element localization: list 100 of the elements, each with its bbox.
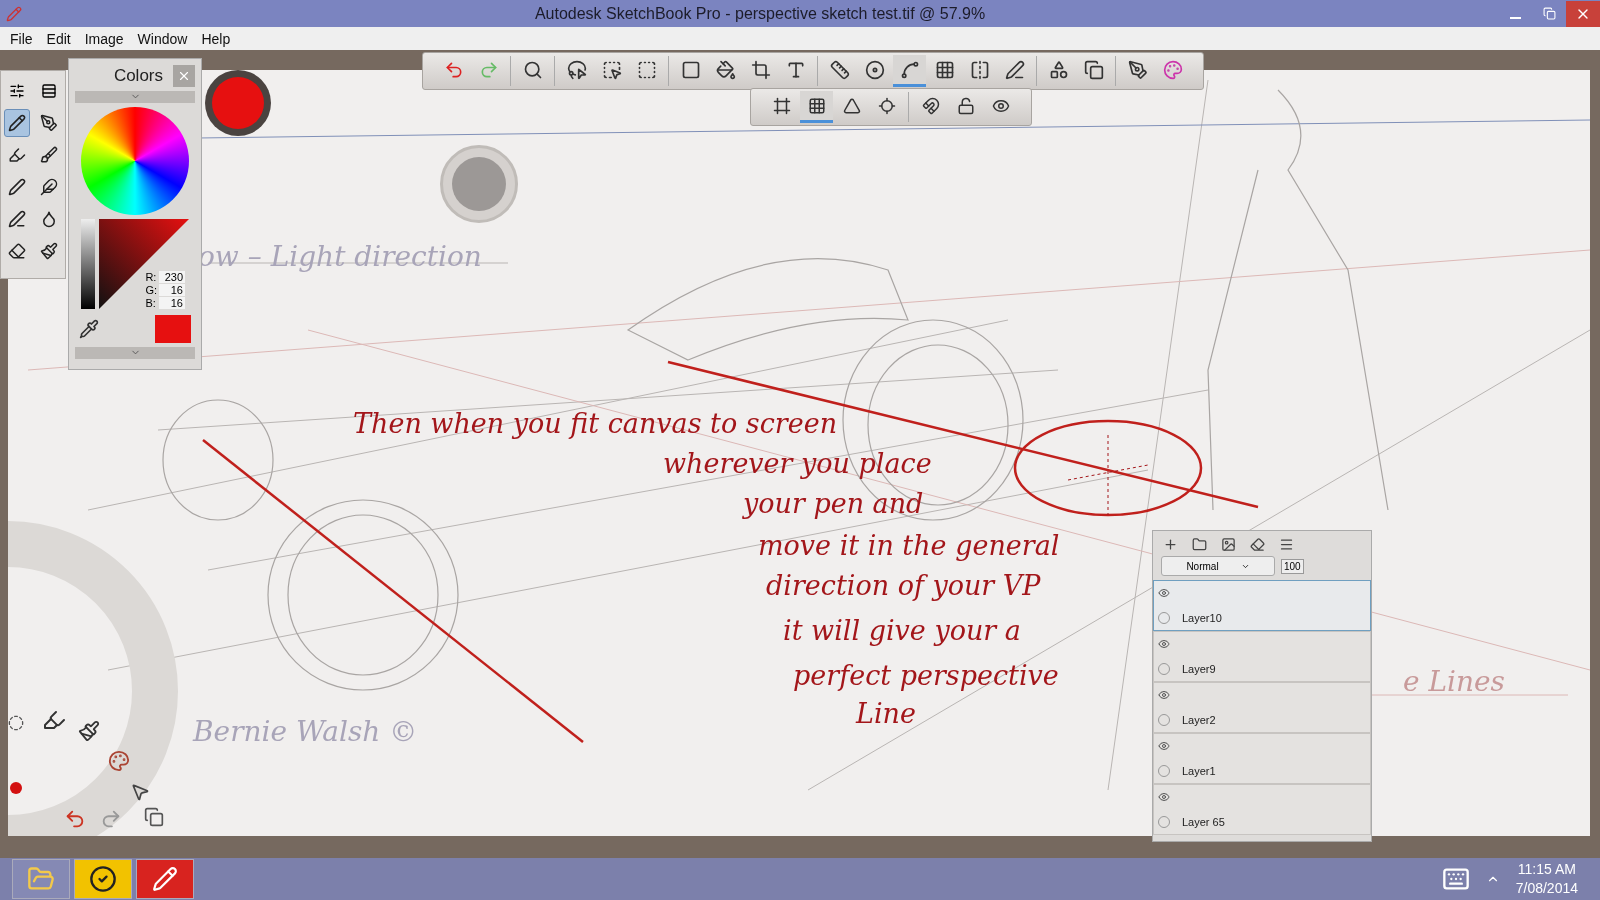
target-icon: [877, 96, 896, 115]
brush-icon[interactable]: [78, 720, 100, 742]
b-label: B:: [145, 297, 157, 309]
window-title: Autodesk SketchBook Pro - perspective sketch test.tif @ 57.9%: [533, 4, 987, 23]
layers-icon[interactable]: [144, 807, 164, 827]
color-swatch: [155, 315, 191, 343]
menu-item[interactable]: Image: [78, 30, 130, 47]
magnet-icon: [921, 96, 940, 115]
brush-icon: [40, 146, 58, 164]
color-wheel-icon[interactable]: [108, 750, 130, 772]
pointer-icon[interactable]: [130, 782, 150, 802]
clock[interactable]: 11:15 AM 7/08/2014: [1515, 860, 1578, 898]
menu-item[interactable]: Edit: [40, 30, 77, 47]
r-label: R:: [145, 271, 157, 283]
grid-icon: [807, 96, 826, 115]
search-icon: [522, 59, 543, 80]
handwritten-note: move it in the general: [758, 530, 1060, 561]
date: 7/08/2014: [1515, 879, 1578, 898]
shapes-icon: [1048, 59, 1069, 80]
layer-row[interactable]: Layer2: [1153, 682, 1371, 733]
bucket-icon: [715, 59, 736, 80]
folder-icon[interactable]: [1192, 537, 1207, 552]
add-layer-icon[interactable]: [1163, 537, 1178, 552]
undo-icon: [443, 59, 464, 80]
frame-icon: [772, 96, 791, 115]
dashed-square-icon: [636, 59, 657, 80]
pen-icon: [8, 178, 26, 196]
b-value[interactable]: 16: [159, 297, 185, 309]
menu-item[interactable]: File: [4, 30, 39, 47]
layer-name: Layer2: [1182, 713, 1217, 726]
perspective-grid-icon: [934, 59, 955, 80]
handwritten-note: Then when you fit canvas to screen: [353, 408, 838, 439]
brush-button[interactable]: [4, 109, 30, 137]
pen-icon: [40, 114, 58, 132]
square-icon: [680, 59, 701, 80]
opacity-field[interactable]: 100: [1281, 558, 1304, 574]
minimize-icon: [1509, 16, 1521, 19]
rows-icon[interactable]: [41, 83, 57, 99]
lasso-icon: [566, 59, 587, 80]
eraser-icon: [8, 242, 26, 260]
image-icon[interactable]: [1221, 537, 1236, 552]
color-puck[interactable]: [205, 70, 271, 136]
layer-name: Layer10: [1182, 611, 1223, 624]
sketchbook-button[interactable]: [136, 859, 194, 899]
layer-name: Layer 65: [1182, 815, 1226, 828]
close-icon: [177, 69, 191, 83]
handwritten-note: your pen and: [743, 488, 924, 519]
app-button[interactable]: [74, 859, 132, 899]
eraser-icon[interactable]: [1250, 537, 1265, 552]
restore-icon: [1542, 7, 1556, 20]
r-value[interactable]: 230: [159, 271, 185, 283]
layer-row[interactable]: Layer1: [1153, 733, 1371, 784]
ellipse-icon: [864, 59, 885, 80]
undo-icon[interactable]: [64, 808, 86, 830]
eye-icon[interactable]: [1158, 638, 1170, 651]
menu-item[interactable]: Help: [195, 30, 237, 47]
layer-name: Layer1: [1182, 764, 1217, 777]
toolbar-button[interactable]: [800, 91, 833, 123]
eye-icon[interactable]: [1158, 689, 1170, 702]
ruler-icon: [829, 59, 850, 80]
crop-icon: [750, 59, 771, 80]
pencil-icon: [152, 866, 178, 892]
color-dot: [10, 782, 22, 794]
toolbar-button[interactable]: [893, 55, 926, 87]
color-triangle[interactable]: [81, 219, 189, 309]
eye-icon[interactable]: [1158, 740, 1170, 753]
time: 11:15 AM: [1517, 860, 1576, 879]
line-icon: [1004, 59, 1025, 80]
sliders-icon[interactable]: [9, 83, 25, 99]
handwritten-note: it will give your a: [783, 615, 1021, 646]
pen-icon: [8, 210, 26, 228]
handwritten-note: Line: [856, 698, 916, 729]
color-wheel-icon: [1162, 59, 1183, 80]
brush-icon: [40, 242, 58, 260]
handwritten-note: e Lines: [1403, 665, 1505, 698]
handwritten-note: Bernie Walsh ©: [193, 715, 418, 748]
blend-mode-dropdown[interactable]: Normal: [1161, 556, 1275, 576]
curve-icon: [899, 59, 920, 80]
select-icon: [601, 59, 622, 80]
app-icon: [6, 5, 22, 22]
menu-item[interactable]: Window: [131, 30, 194, 47]
puck-center: [452, 157, 506, 211]
feather-icon: [40, 178, 58, 196]
copy-icon: [1083, 59, 1104, 80]
eye-icon[interactable]: [1158, 587, 1170, 600]
eye-icon[interactable]: [1158, 791, 1170, 804]
marker-icon: [8, 146, 26, 164]
layer-row[interactable]: Layer9: [1153, 631, 1371, 682]
check-circle-icon: [89, 865, 117, 893]
layer-row[interactable]: Layer 65: [1153, 784, 1371, 835]
eyedropper-icon[interactable]: [79, 319, 99, 339]
g-value[interactable]: 16: [159, 284, 185, 296]
handwritten-note: direction of your VP: [766, 570, 1041, 601]
layer-row[interactable]: Layer10: [1153, 580, 1371, 631]
brush-icon[interactable]: [42, 708, 66, 732]
droplet-icon: [40, 210, 58, 228]
settings-icon[interactable]: [8, 715, 24, 731]
menu-icon[interactable]: [1279, 537, 1294, 552]
pencil-icon: [8, 114, 26, 132]
unlock-icon: [956, 96, 975, 115]
